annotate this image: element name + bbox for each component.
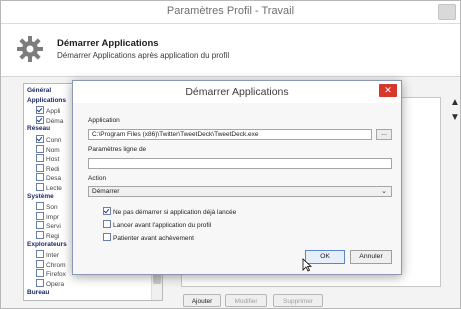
tree-item[interactable]: Chrom	[36, 259, 66, 270]
browse-button[interactable]: ...	[376, 129, 392, 140]
tree-item-label: Inter	[46, 252, 60, 260]
tree-item[interactable]: Déma	[36, 115, 64, 126]
tree-item[interactable]: Conn	[36, 135, 62, 145]
tree-item-label: Général	[27, 87, 52, 94]
tree-item-label: Applications	[27, 96, 67, 104]
main-titlebar: Paramètres Profil - Travail	[1, 1, 460, 24]
move-up-icon[interactable]: ▲	[450, 98, 460, 108]
tree-item-label: Firefox	[46, 271, 66, 279]
tree-checkbox[interactable]	[36, 173, 44, 182]
tree-checkbox[interactable]	[36, 135, 44, 143]
tree-item-label: Host	[46, 156, 60, 164]
tree-checkbox[interactable]	[36, 144, 44, 153]
tree-checkbox[interactable]	[36, 211, 44, 220]
tree-category[interactable]: Applications	[27, 97, 66, 105]
option-wait-completion[interactable]: Patienter avant achèvement	[103, 233, 194, 243]
params-field[interactable]	[88, 158, 392, 169]
tree-item-label: Chrom	[46, 261, 66, 269]
tree-item[interactable]: Desa	[36, 173, 61, 183]
tree-item-label: Conn	[46, 137, 62, 144]
tree-category[interactable]: Système	[27, 193, 54, 201]
tree-item-label: Servi	[46, 223, 61, 231]
move-down-icon[interactable]: ▼	[450, 113, 460, 123]
chevron-down-icon: ⌄	[381, 188, 387, 195]
application-path-field[interactable]: C:\Program Files (x86)\Twitter\TweetDeck…	[88, 129, 372, 140]
tree-item-label: Déma	[46, 117, 64, 125]
option-checkbox[interactable]	[103, 233, 111, 241]
tree-checkbox[interactable]	[36, 279, 44, 287]
start-application-dialog: Démarrer Applications ✕ Application C:\P…	[72, 80, 402, 275]
tree-checkbox[interactable]	[36, 115, 44, 124]
tree-item-label: Lecte	[46, 185, 62, 192]
tree-item-label: Son	[46, 204, 58, 212]
header-subtitle: Démarrer Applications après application …	[57, 51, 230, 60]
option-label: Ne pas démarrer si application déjà lanc…	[113, 209, 237, 216]
tree-item-label: Redi	[46, 165, 60, 173]
tree-checkbox[interactable]	[36, 269, 44, 278]
option-checkbox[interactable]	[103, 220, 111, 228]
delete-button[interactable]: Supprimer	[273, 294, 323, 307]
option-checkbox[interactable]	[103, 207, 111, 215]
tree-item[interactable]: Redi	[36, 163, 60, 174]
tree-item-label: Regi	[46, 233, 60, 240]
tree-item[interactable]: Impr	[36, 211, 59, 222]
tree-checkbox[interactable]	[36, 231, 44, 239]
tree-item[interactable]: Nom	[36, 144, 60, 155]
option-no-start-if-running[interactable]: Ne pas démarrer si application déjà lanc…	[103, 207, 236, 217]
add-button[interactable]: Ajouter	[183, 294, 221, 307]
tree-item-label: Opera	[46, 281, 65, 288]
tree-item[interactable]: Appli	[36, 106, 60, 116]
params-label: Paramètres ligne de	[88, 146, 147, 153]
main-close-button[interactable]	[438, 4, 456, 20]
tree-item[interactable]: Host	[36, 154, 59, 164]
dialog-titlebar: Démarrer Applications ✕	[73, 81, 401, 103]
tree-item-label: Bureau	[27, 288, 50, 296]
tree-item-label: Impr	[46, 213, 59, 221]
tree-checkbox[interactable]	[36, 106, 44, 115]
tree-checkbox[interactable]	[36, 221, 44, 230]
profile-header: Démarrer Applications Démarrer Applicati…	[1, 24, 460, 77]
window-title: Paramètres Profil - Travail	[166, 5, 295, 17]
tree-category[interactable]: Réseau	[27, 125, 50, 133]
application-label: Application	[88, 117, 120, 124]
tree-checkbox[interactable]	[36, 183, 44, 191]
tree-category[interactable]: Général	[27, 87, 51, 95]
header-title: Démarrer Applications	[57, 38, 159, 49]
tree-checkbox[interactable]	[36, 163, 44, 172]
option-label: Lancer avant l'application du profil	[113, 222, 212, 229]
tree-item-label: Explorateurs	[27, 240, 67, 248]
dialog-title: Démarrer Applications	[185, 86, 289, 98]
tree-item-label: Desa	[46, 175, 62, 183]
gear-icon	[17, 36, 43, 62]
cancel-button[interactable]: Annuler	[350, 250, 392, 264]
tree-item[interactable]: Regi	[36, 231, 59, 241]
tree-checkbox[interactable]	[36, 250, 44, 259]
mouse-cursor-icon	[302, 258, 312, 272]
tree-item-label: Appli	[46, 108, 61, 116]
option-launch-before-profile[interactable]: Lancer avant l'application du profil	[103, 220, 211, 230]
tree-checkbox[interactable]	[36, 259, 44, 268]
edit-button[interactable]: Modifier	[225, 294, 267, 307]
tree-item-label: Réseau	[27, 125, 51, 133]
tree-item[interactable]: Opera	[36, 279, 64, 289]
tree-item[interactable]: Lecte	[36, 183, 62, 193]
dialog-close-button[interactable]: ✕	[379, 84, 397, 97]
tree-item[interactable]: Firefox	[36, 269, 66, 279]
tree-item[interactable]: Inter	[36, 250, 59, 260]
action-select-value: Démarrer	[92, 188, 120, 195]
option-label: Patienter avant achèvement	[113, 235, 194, 242]
tree-item[interactable]: Son	[36, 202, 58, 212]
tree-category[interactable]: Bureau	[27, 289, 49, 297]
tree-checkbox[interactable]	[36, 202, 44, 211]
tree-item-label: Système	[27, 192, 54, 200]
action-select[interactable]: Démarrer ⌄	[88, 186, 392, 197]
tree-item-label: Nom	[46, 146, 60, 154]
tree-category[interactable]: Explorateurs	[27, 241, 67, 249]
tree-item[interactable]: Servi	[36, 221, 61, 231]
tree-checkbox[interactable]	[36, 154, 44, 163]
action-label: Action	[88, 175, 107, 182]
